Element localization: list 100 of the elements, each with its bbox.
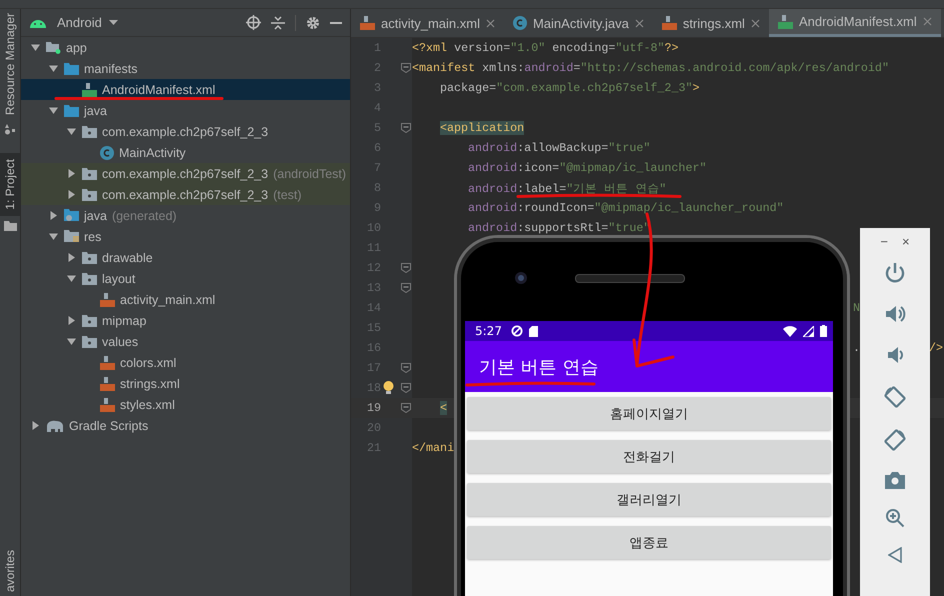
editor-tab[interactable]: MainActivity.java xyxy=(504,9,653,37)
rotate-right-icon[interactable] xyxy=(883,428,907,452)
tree-item[interactable]: java (generated) xyxy=(21,205,350,226)
expanded-arrow-icon[interactable] xyxy=(48,64,58,73)
crosshair-icon[interactable] xyxy=(246,15,261,30)
expanded-arrow-icon[interactable] xyxy=(66,127,76,136)
tree-item[interactable]: drawable xyxy=(21,247,350,268)
package-folder-icon xyxy=(82,188,97,200)
camera-icon[interactable] xyxy=(885,471,905,489)
lightbulb-icon[interactable] xyxy=(383,381,394,395)
fold-marker-icon[interactable] xyxy=(401,383,411,393)
tree-item-label: layout xyxy=(102,272,136,286)
folder-icon xyxy=(64,104,79,116)
fold-marker-icon[interactable] xyxy=(401,403,411,413)
expanded-arrow-icon[interactable] xyxy=(30,43,40,52)
close-icon[interactable] xyxy=(750,18,760,28)
window-control[interactable]: − xyxy=(880,234,888,249)
fold-marker-icon[interactable] xyxy=(401,283,411,293)
tree-item[interactable]: com.example.ch2p67self_2_3 (androidTest) xyxy=(21,163,350,184)
tree-item[interactable]: Gradle Scripts xyxy=(21,415,350,436)
status-time: 5:27 xyxy=(475,324,502,338)
expanded-arrow-icon[interactable] xyxy=(48,232,58,241)
code-line: <?xml version="1.0" encoding="utf-8"?> xyxy=(412,41,679,55)
fold-marker-icon[interactable] xyxy=(401,123,411,133)
app-button[interactable]: 앱종료 xyxy=(467,526,831,559)
code-line: android:icon="@mipmap/ic_launcher" xyxy=(468,161,706,175)
android-icon xyxy=(29,17,47,28)
tree-item[interactable]: com.example.ch2p67self_2_3 xyxy=(21,121,350,142)
editor-tab[interactable]: AndroidManifest.xml xyxy=(768,9,941,37)
tree-item[interactable]: MainActivity xyxy=(21,142,350,163)
tree-item-label: com.example.ch2p67self_2_3 xyxy=(102,166,268,180)
collapsed-arrow-icon[interactable] xyxy=(48,211,58,220)
fold-marker-icon[interactable] xyxy=(401,363,411,373)
resource-folder-icon xyxy=(64,230,79,243)
close-icon[interactable] xyxy=(486,18,495,28)
tool-window-tab[interactable]: 1: Project xyxy=(0,153,20,216)
close-icon[interactable] xyxy=(634,18,644,28)
code-line: package="com.example.ch2p67self_2_3"> xyxy=(440,81,700,95)
tree-item[interactable]: com.example.ch2p67self_2_3 (test) xyxy=(21,184,350,205)
module-folder-icon xyxy=(46,41,61,54)
tool-window-tab[interactable]: avorites xyxy=(0,546,20,596)
power-icon[interactable] xyxy=(884,262,906,284)
window-control[interactable]: × xyxy=(902,234,910,249)
package-folder-icon xyxy=(82,168,97,180)
tree-item[interactable]: values xyxy=(21,331,350,352)
expanded-arrow-icon[interactable] xyxy=(66,274,76,283)
shapes-icon[interactable] xyxy=(4,123,16,136)
tree-item-label: java xyxy=(84,208,107,222)
tree-item[interactable]: activity_main.xml xyxy=(21,289,350,310)
folder-icon xyxy=(64,62,79,74)
fold-marker-icon[interactable] xyxy=(401,63,411,73)
app-title: 기본 버튼 연습 xyxy=(479,356,598,378)
tree-item[interactable]: manifests xyxy=(21,58,350,79)
minimize-icon[interactable] xyxy=(330,22,342,24)
tree-item[interactable]: java xyxy=(21,100,350,121)
tree-item[interactable]: colors.xml xyxy=(21,352,350,373)
rotate-left-icon[interactable] xyxy=(883,385,907,409)
collapsed-arrow-icon[interactable] xyxy=(66,169,76,178)
app-button[interactable]: 갤러리열기 xyxy=(467,483,831,516)
tree-item[interactable]: res xyxy=(21,226,350,247)
code-line: android:label="기본 버튼 연습" xyxy=(468,180,666,196)
view-dropdown[interactable]: Android xyxy=(57,15,118,30)
tree-item[interactable]: mipmap xyxy=(21,310,350,331)
package-folder-icon xyxy=(82,314,97,326)
tool-window-tab[interactable]: Resource Manager xyxy=(0,9,20,120)
expanded-arrow-icon[interactable] xyxy=(66,337,76,346)
back-icon[interactable] xyxy=(888,547,902,563)
collapse-icon[interactable] xyxy=(271,16,285,30)
expanded-arrow-icon[interactable] xyxy=(48,106,58,115)
folder-icon[interactable] xyxy=(4,220,16,231)
tree-item[interactable]: app xyxy=(21,37,350,58)
tree-item-label: manifests xyxy=(84,62,138,76)
settings-icon[interactable] xyxy=(306,16,320,30)
app-button[interactable]: 홈페이지열기 xyxy=(467,397,831,430)
tree-item-label: AndroidManifest.xml xyxy=(102,82,216,96)
manifest-file-icon xyxy=(82,82,97,96)
tree-item[interactable]: layout xyxy=(21,268,350,289)
tree-item-label: activity_main.xml xyxy=(120,292,216,306)
tab-label: activity_main.xml xyxy=(381,16,480,30)
collapsed-arrow-icon[interactable] xyxy=(30,421,40,430)
fold-marker-icon[interactable] xyxy=(401,263,411,273)
tree-item[interactable]: AndroidManifest.xml xyxy=(21,79,350,100)
collapsed-arrow-icon[interactable] xyxy=(66,253,76,262)
editor-tab[interactable]: strings.xml xyxy=(652,9,769,37)
class-icon xyxy=(512,16,527,30)
tree-item-note: (test) xyxy=(273,188,302,202)
volume-up-icon[interactable] xyxy=(884,303,906,325)
app-button[interactable]: 전화걸기 xyxy=(467,440,831,473)
tab-label: AndroidManifest.xml xyxy=(798,14,917,29)
battery-icon xyxy=(820,325,827,337)
code-fragment: /> xyxy=(928,341,943,355)
collapsed-arrow-icon[interactable] xyxy=(66,316,76,325)
zoom-in-icon[interactable] xyxy=(885,508,905,528)
tree-item-note: (generated) xyxy=(112,208,177,222)
volume-down-icon[interactable] xyxy=(886,344,904,366)
editor-tab[interactable]: activity_main.xml xyxy=(351,9,504,37)
tree-item[interactable]: styles.xml xyxy=(21,394,350,415)
tree-item[interactable]: strings.xml xyxy=(21,373,350,394)
elephant-icon xyxy=(46,420,64,432)
collapsed-arrow-icon[interactable] xyxy=(66,190,76,199)
